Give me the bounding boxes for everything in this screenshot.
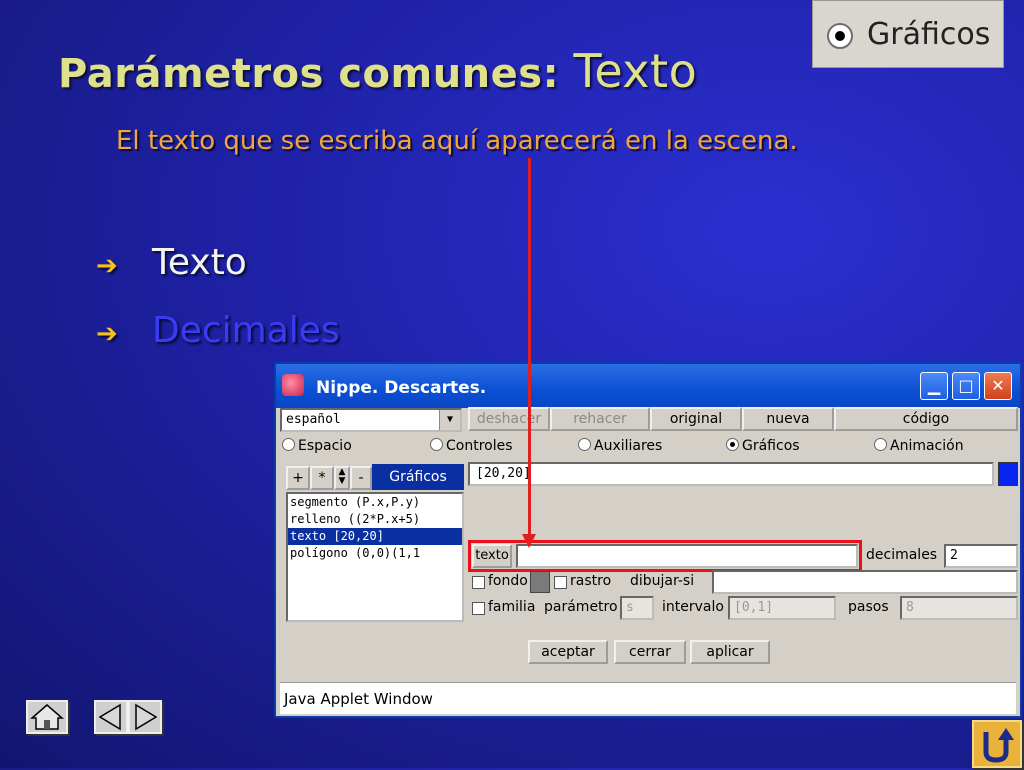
radio-espacio[interactable]: Espacio [282,438,352,454]
prev-arrow-icon [98,703,121,731]
color-swatch[interactable] [998,462,1018,486]
radio-auxiliares[interactable]: Auxiliares [578,438,662,454]
new-button[interactable]: nueva [742,407,834,431]
next-slide-button[interactable] [128,700,162,734]
intervalo-label: intervalo [662,599,724,615]
page-title: Parámetros comunes: Texto [58,44,697,98]
subtitle: El texto que se escriba aquí aparecerá e… [116,126,798,156]
app-icon [282,374,304,396]
duplicate-item-button[interactable]: * [310,466,334,490]
add-item-button[interactable]: + [286,466,310,490]
return-button[interactable] [972,720,1022,768]
decimales-label: decimales [866,547,938,563]
dibujar-si-label: dibujar-si [630,573,695,589]
close-button[interactable]: ✕ [984,372,1012,400]
list-item-selected[interactable]: texto [20,20] [288,528,462,545]
home-icon [29,704,65,730]
bullet-arrow-icon: ➔ [96,319,118,349]
radio-icon [282,438,295,451]
fondo-color-swatch[interactable] [530,571,550,593]
bullet-texto[interactable]: ➔ Texto [96,242,247,283]
move-up-down-icon[interactable]: ▲ ▼ [334,466,350,490]
list-item[interactable]: relleno ((2*P.x+5) [288,511,462,528]
expression-input[interactable]: [20,20] [468,462,994,486]
pointer-line [528,158,531,542]
radio-label: Gráficos [742,438,800,454]
radio-icon [430,438,443,451]
chevron-down-icon[interactable]: ▼ [439,410,460,430]
next-arrow-icon [135,703,158,731]
bullet-label: Texto [152,242,247,283]
window-titlebar[interactable]: Nippe. Descartes. ▁ □ ✕ [276,364,1020,408]
close-dialog-button[interactable]: cerrar [614,640,686,664]
radio-label: Auxiliares [594,438,663,454]
radio-selected-icon [827,23,853,49]
dibujar-si-input[interactable] [712,570,1018,594]
list-tab-graficos[interactable]: Gráficos [372,464,464,490]
intervalo-input[interactable]: [0,1] [728,596,836,620]
fondo-label: fondo [488,573,528,589]
pasos-input[interactable]: 8 [900,596,1018,620]
applet-window: Nippe. Descartes. ▁ □ ✕ español ▼ deshac… [274,362,1022,718]
title-prefix: Parámetros comunes: [58,51,560,97]
original-button[interactable]: original [650,407,742,431]
zoom-snippet-graficos: Gráficos [812,0,1004,68]
familia-label: familia [488,599,536,615]
minimize-button[interactable]: ▁ [920,372,948,400]
home-button[interactable] [26,700,68,734]
radio-selected-icon [726,438,739,451]
pointer-arrowhead [522,534,536,548]
language-value: español [286,412,341,427]
zoom-snippet-label: Gráficos [867,17,991,52]
parametro-label: parámetro [544,599,618,615]
remove-item-button[interactable]: - [350,466,372,490]
redo-button[interactable]: rehacer [550,407,650,431]
return-icon [983,728,1014,763]
list-item[interactable]: segmento (P.x,P.y) [288,494,462,511]
undo-button[interactable]: deshacer [468,407,550,431]
bullet-decimales[interactable]: ➔ Decimales [96,310,340,351]
language-select[interactable]: español ▼ [280,408,462,432]
bullet-label: Decimales [152,310,340,351]
radio-icon [874,438,887,451]
rastro-label: rastro [570,573,612,589]
familia-checkbox[interactable] [472,602,485,615]
pasos-label: pasos [848,599,889,615]
title-suffix: Texto [573,44,698,98]
window-title: Nippe. Descartes. [316,378,487,398]
radio-animacion[interactable]: Animación [874,438,964,454]
radio-label: Controles [446,438,513,454]
radio-controles[interactable]: Controles [430,438,513,454]
fondo-checkbox[interactable] [472,576,485,589]
maximize-button[interactable]: □ [952,372,980,400]
previous-slide-button[interactable] [94,700,128,734]
decimales-input[interactable]: 2 [944,544,1018,568]
accept-button[interactable]: aceptar [528,640,608,664]
radio-graficos[interactable]: Gráficos [726,438,800,454]
list-item[interactable]: polígono (0,0)(1,1 [288,545,462,562]
status-bar: Java Applet Window [280,682,1016,714]
graphics-list[interactable]: segmento (P.x,P.y) relleno ((2*P.x+5) te… [286,492,464,622]
code-button[interactable]: código [834,407,1018,431]
radio-icon [578,438,591,451]
radio-label: Espacio [298,438,352,454]
bullet-arrow-icon: ➔ [96,251,118,281]
radio-label: Animación [890,438,964,454]
rastro-checkbox[interactable] [554,576,567,589]
apply-button[interactable]: aplicar [690,640,770,664]
parametro-input[interactable]: s [620,596,654,620]
